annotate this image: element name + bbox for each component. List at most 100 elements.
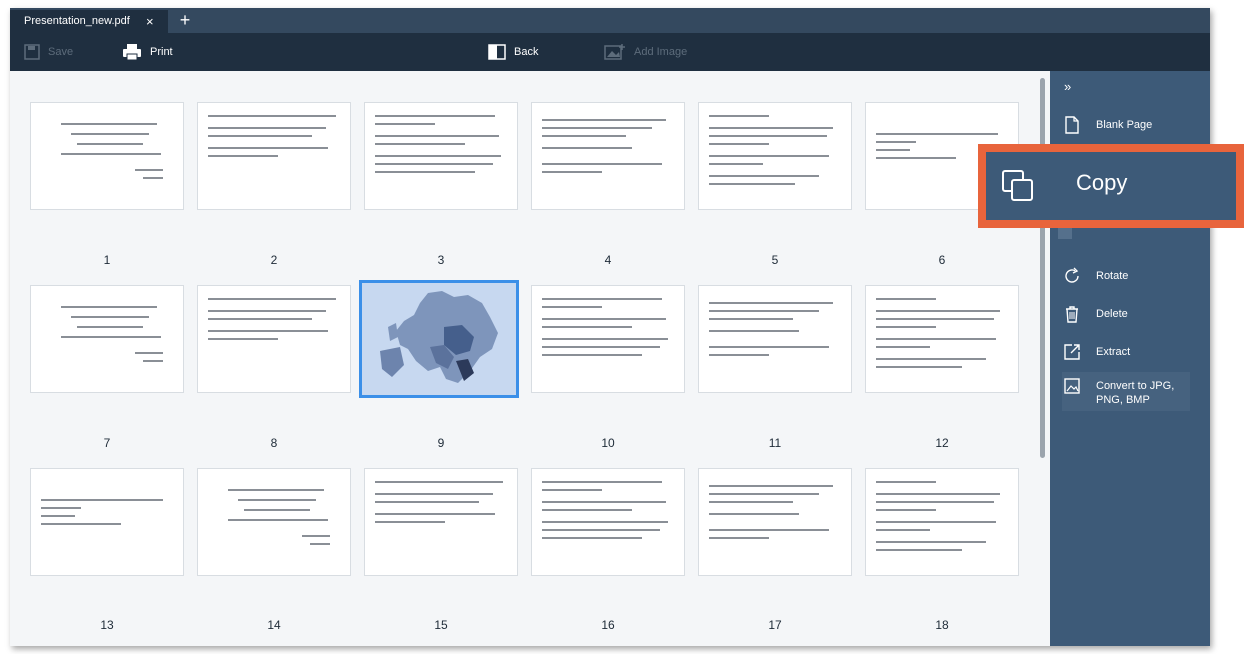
- page-text-line: [542, 489, 602, 491]
- blank-page-button[interactable]: Blank Page: [1062, 115, 1202, 135]
- page-text-line: [41, 523, 121, 525]
- app-window: Presentation_new.pdf × + Save Print Back…: [10, 8, 1210, 646]
- page-thumbnail-3[interactable]: [364, 102, 518, 210]
- page-text-line: [375, 155, 501, 157]
- page-text-line: [375, 143, 465, 145]
- page-text-line: [542, 306, 602, 308]
- page-text-line: [876, 346, 930, 348]
- page-number-15: 15: [434, 618, 448, 632]
- save-icon: [24, 44, 40, 60]
- printer-icon: [123, 44, 141, 61]
- page-thumbnail-12[interactable]: [865, 285, 1019, 393]
- page-text-line: [876, 133, 998, 135]
- page-text-line: [71, 133, 149, 135]
- rotate-button[interactable]: Rotate: [1062, 266, 1202, 286]
- page-number-9: 9: [437, 436, 445, 450]
- new-tab-button[interactable]: +: [174, 8, 196, 33]
- page-text-line: [542, 537, 642, 539]
- add-image-button[interactable]: Add Image: [604, 33, 687, 71]
- save-button[interactable]: Save: [24, 33, 73, 71]
- page-text-line: [876, 493, 1000, 495]
- page-thumbnail-15[interactable]: [364, 468, 518, 576]
- page-text-line: [876, 157, 956, 159]
- europe-map-image: [380, 291, 498, 383]
- page-text-line: [61, 336, 161, 338]
- page-text-line: [208, 127, 326, 129]
- page-text-line: [709, 346, 829, 348]
- page-text-line: [208, 310, 326, 312]
- page-text-line: [228, 519, 328, 521]
- page-text-line: [61, 123, 157, 125]
- page-thumbnail-17[interactable]: [698, 468, 852, 576]
- page-text-line: [542, 163, 662, 165]
- page-text-line: [542, 338, 668, 340]
- page-number-1: 1: [103, 253, 111, 267]
- page-number-2: 2: [270, 253, 278, 267]
- page-text-line: [876, 149, 910, 151]
- extract-button[interactable]: Extract: [1062, 342, 1202, 362]
- page-number-12: 12: [935, 436, 949, 450]
- page-text-line: [77, 143, 143, 145]
- close-tab-icon[interactable]: ×: [146, 10, 154, 33]
- toolbar: Save Print Back Add Image: [10, 33, 1210, 71]
- page-thumbnail-13[interactable]: [30, 468, 184, 576]
- page-text-line: [61, 153, 161, 155]
- page-text-line: [542, 481, 662, 483]
- trash-icon: [1066, 306, 1078, 323]
- add-image-icon: [604, 44, 625, 60]
- page-text-line: [542, 147, 632, 149]
- back-label: Back: [514, 46, 539, 58]
- image-icon: [1064, 378, 1080, 394]
- page-thumbnail-5[interactable]: [698, 102, 852, 210]
- vertical-scrollbar[interactable]: [1040, 78, 1045, 458]
- page-text-line: [208, 298, 336, 300]
- page-thumbnail-8[interactable]: [197, 285, 351, 393]
- page-text-line: [542, 127, 652, 129]
- page-text-line: [876, 521, 996, 523]
- page-text-line: [310, 543, 330, 545]
- page-text-line: [71, 316, 149, 318]
- page-thumbnail-10[interactable]: [531, 285, 685, 393]
- page-text-line: [542, 354, 642, 356]
- page-thumbnail-9-selected[interactable]: [359, 280, 519, 398]
- page-text-line: [876, 141, 916, 143]
- page-text-line: [542, 326, 632, 328]
- page-text-line: [208, 147, 328, 149]
- extract-label: Extract: [1096, 346, 1131, 358]
- collapse-sidebar-icon[interactable]: »: [1064, 79, 1071, 94]
- page-text-line: [77, 326, 143, 328]
- page-thumbnail-11[interactable]: [698, 285, 852, 393]
- back-button[interactable]: Back: [488, 33, 538, 71]
- page-text-line: [208, 338, 278, 340]
- page-text-line: [143, 177, 163, 179]
- page-number-8: 8: [270, 436, 278, 450]
- page-number-18: 18: [935, 618, 949, 632]
- page-text-line: [375, 163, 493, 165]
- page-thumbnail-16[interactable]: [531, 468, 685, 576]
- page-text-line: [244, 509, 310, 511]
- page-text-line: [876, 326, 936, 328]
- page-thumbnail-7[interactable]: [30, 285, 184, 393]
- page-thumbnail-2[interactable]: [197, 102, 351, 210]
- page-text-line: [375, 481, 503, 483]
- page-thumbnail-4[interactable]: [531, 102, 685, 210]
- page-number-14: 14: [267, 618, 281, 632]
- delete-button[interactable]: Delete: [1062, 304, 1202, 324]
- page-thumbnail-14[interactable]: [197, 468, 351, 576]
- page-number-13: 13: [100, 618, 114, 632]
- page-text-line: [41, 515, 75, 517]
- page-thumbnail-1[interactable]: [30, 102, 184, 210]
- convert-image-button[interactable]: Convert to JPG, PNG, BMP: [1062, 372, 1190, 411]
- page-text-line: [238, 499, 316, 501]
- page-text-line: [709, 155, 829, 157]
- page-text-line: [876, 318, 994, 320]
- page-text-line: [876, 481, 936, 483]
- copy-label: Copy: [1076, 170, 1128, 195]
- page-text-line: [709, 485, 833, 487]
- page-number-4: 4: [604, 253, 612, 267]
- page-text-line: [876, 338, 996, 340]
- page-thumbnail-18[interactable]: [865, 468, 1019, 576]
- print-button[interactable]: Print: [122, 33, 173, 71]
- tab-bar: Presentation_new.pdf × +: [10, 8, 1210, 33]
- document-tab[interactable]: Presentation_new.pdf ×: [10, 10, 168, 33]
